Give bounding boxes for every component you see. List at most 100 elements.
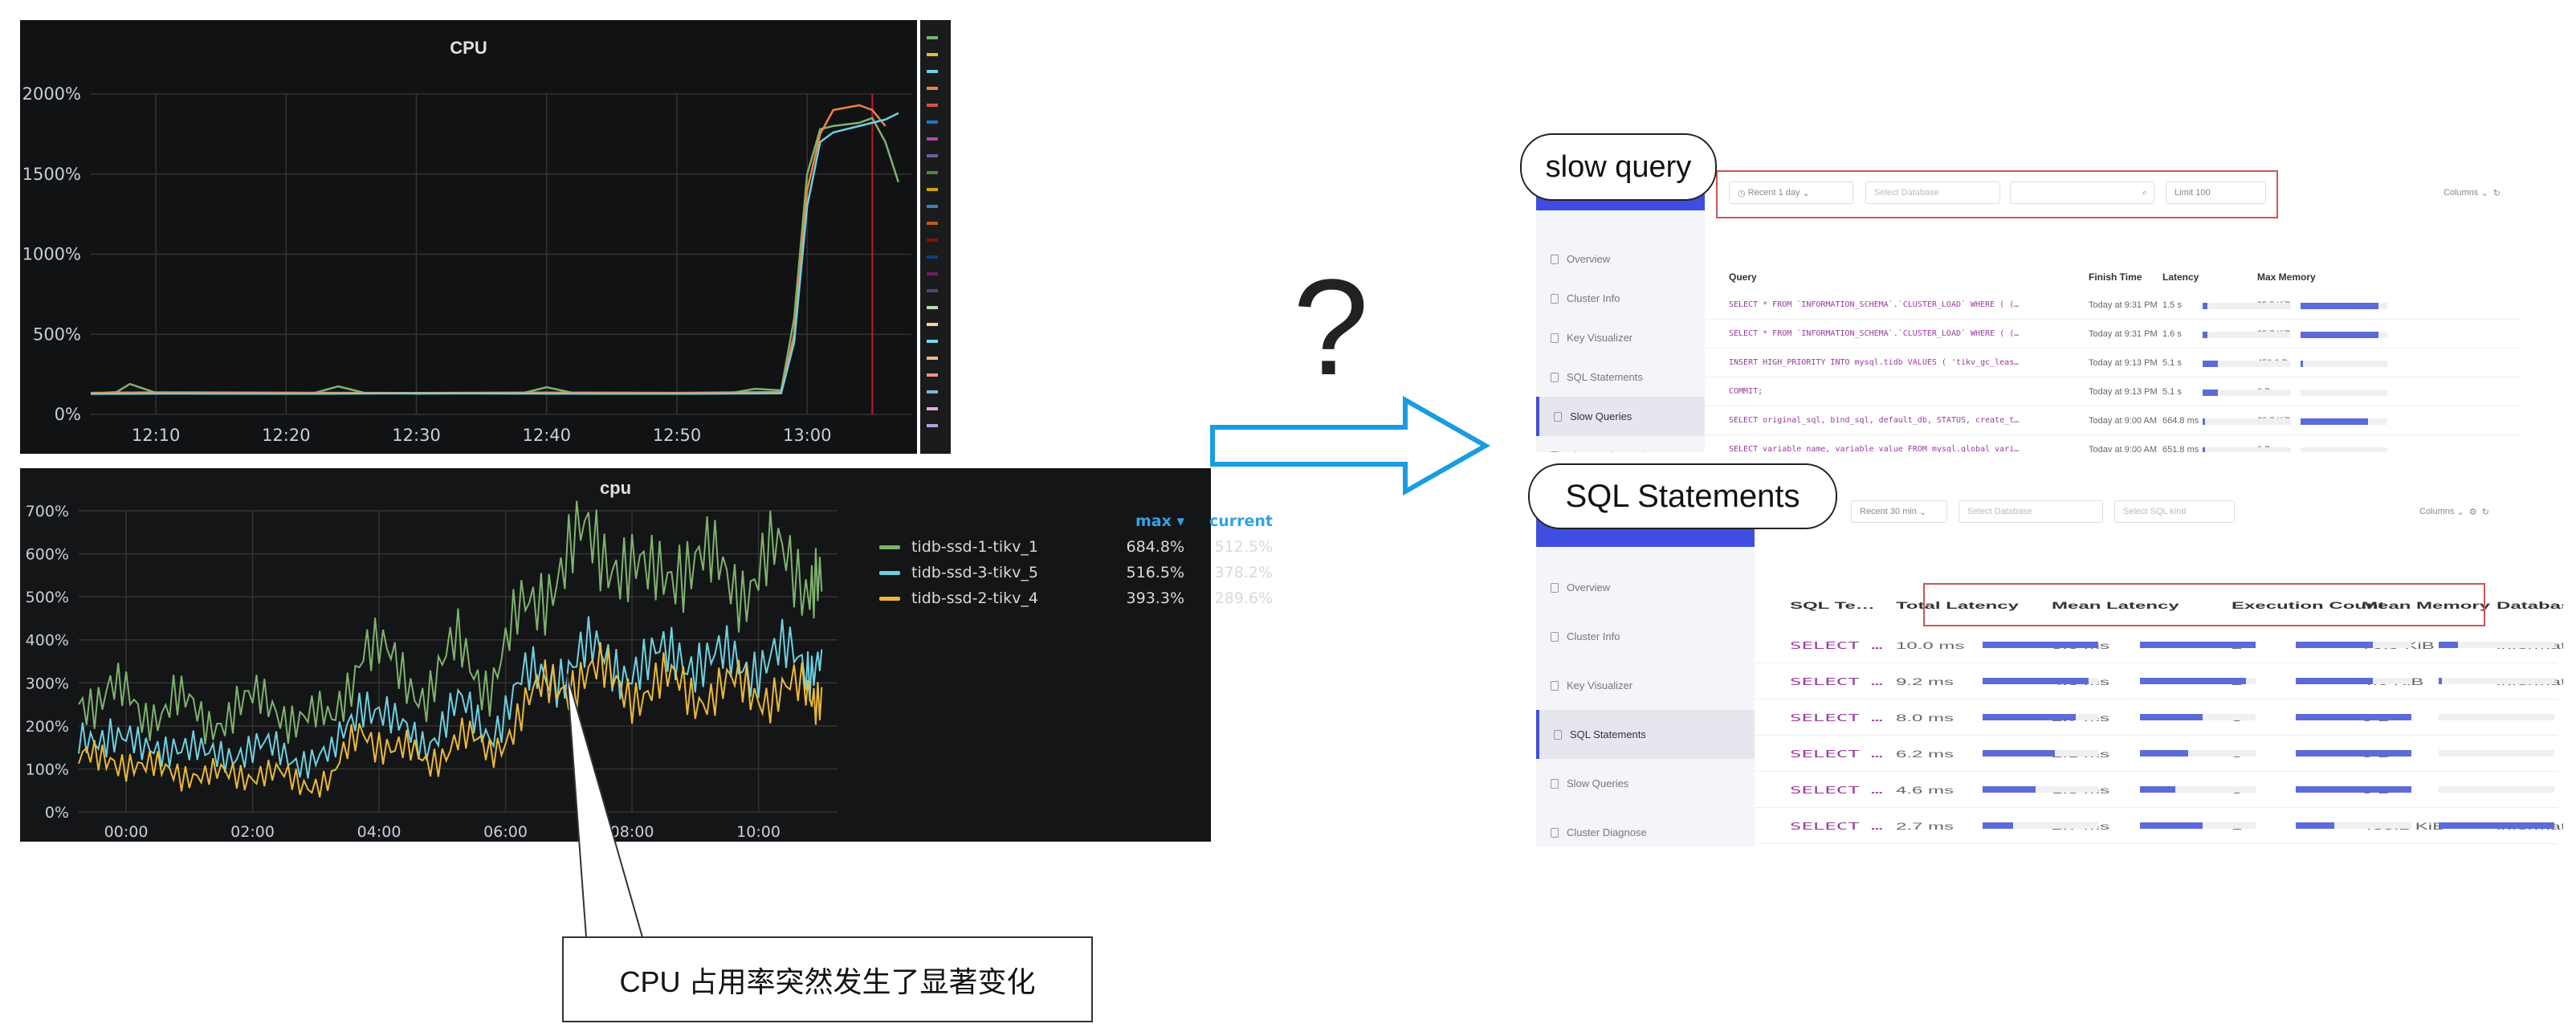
value-bar	[2296, 678, 2411, 684]
gear-icon[interactable]: ⚙	[2469, 507, 2477, 517]
sidebar-item-label: SQL Statements	[1567, 371, 1643, 383]
sidebar-item-overview[interactable]: Overview	[1536, 563, 1755, 612]
column-header[interactable]: Latency	[2162, 271, 2199, 283]
cpu-chart-panel-top: CPU 0% 500% 1000% 1500% 2000% 12:10 12:20 12:30…	[20, 20, 917, 454]
table-row[interactable]: INSERT HIGH_PRIORITY INTO mysql.tidb VAL…	[1705, 349, 2521, 377]
table-row[interactable]: SELECT * FROM `INFORMATION_SCHEMA`.`CLUS…	[1705, 320, 2521, 349]
time-range-select[interactable]: Recent 30 min ⌄	[1851, 500, 1947, 523]
table-row[interactable]: SELECT …4.6 ms1.5 ms30 B	[1755, 772, 2558, 808]
total-latency: 6.2 ms	[1896, 748, 1954, 760]
x-tick-label: 10:00	[736, 823, 781, 841]
finish-time: Today at 9:00 AM	[2089, 445, 2157, 452]
refresh-icon[interactable]: ↻	[2493, 188, 2501, 198]
x-tick-label: 08:00	[610, 823, 654, 841]
table-row[interactable]: SELECT …9.2 ms4.6 ms24.0 KiBinformation_…	[1755, 663, 2563, 700]
cpu-line-chart: 0% 500% 1000% 1500% 2000% 12:10 12:20 12:30 12:4…	[22, 84, 911, 445]
legend-swatch	[927, 171, 938, 174]
sidebar-item-label: Overview	[1567, 581, 1611, 593]
value-bar	[1983, 750, 2098, 757]
legend-item[interactable]: tidb-ssd-3-tikv_5 516.5% 378.2%	[879, 560, 1273, 585]
sidebar-item-sql-statements[interactable]: SQL Statements	[1536, 357, 1705, 397]
series-line-series-2	[90, 112, 899, 395]
value-bar	[2140, 678, 2256, 684]
legend-swatch	[927, 272, 938, 275]
sidebar-item-slow-queries[interactable]: Slow Queries	[1536, 397, 1705, 436]
table-row[interactable]: COMMIT;Today at 9:13 PM5.1 s0 B	[1705, 377, 2521, 406]
sidebar-item-key-visualizer[interactable]: Key Visualizer	[1536, 318, 1705, 357]
value-bar	[1983, 714, 2098, 720]
value-bar	[2296, 714, 2411, 720]
value-bar	[2140, 714, 2256, 720]
sql-template: SELECT …	[1790, 748, 1883, 760]
sidebar-item-cluster-info[interactable]: Cluster Info	[1536, 612, 1755, 661]
finish-time: Today at 9:13 PM	[2089, 387, 2158, 397]
legend-swatch	[927, 205, 938, 208]
sql-template: SELECT …	[1790, 640, 1883, 651]
table-row[interactable]: SELECT variable_name, variable_value FRO…	[1705, 435, 2521, 452]
legend-series-name: tidb-ssd-2-tikv_4	[911, 589, 1038, 607]
value-bar	[2203, 390, 2291, 396]
legend-item[interactable]: tidb-ssd-2-tikv_4 393.3% 289.6%	[879, 585, 1273, 611]
legend-item[interactable]: tidb-ssd-1-tikv_1 684.8% 512.5%	[879, 534, 1273, 560]
table-row[interactable]: SELECT …8.0 ms2.7 ms30 B	[1755, 700, 2558, 736]
sidebar-item-key-visualizer[interactable]: Key Visualizer	[1536, 661, 1755, 710]
series-line-series-0	[90, 116, 899, 395]
value-bar	[2301, 390, 2387, 396]
latency: 664.8 ms	[2162, 416, 2199, 426]
legend-swatch	[927, 154, 938, 157]
legend-swatch	[879, 596, 900, 601]
y-tick-label: 1500%	[22, 165, 81, 184]
sidebar-item-cluster-info[interactable]: Cluster Info	[1536, 279, 1705, 318]
sql-template: SELECT …	[1790, 785, 1883, 796]
series-line-tidb-ssd-3-tikv_5	[78, 616, 823, 779]
legend-swatch	[927, 70, 938, 73]
value-bar	[2301, 447, 2387, 452]
column-header[interactable]: SQL Te…	[1790, 600, 1875, 611]
sidebar-item-overview[interactable]: Overview	[1536, 239, 1705, 279]
x-tick-label: 04:00	[357, 823, 401, 841]
table-row[interactable]: SELECT * FROM `INFORMATION_SCHEMA`.`CLUS…	[1705, 291, 2521, 320]
columns-dropdown[interactable]: Columns ⌄ ↻	[2435, 182, 2516, 204]
legend-max-value: 684.8%	[1126, 538, 1184, 556]
table-row[interactable]: SELECT …2.7 ms2.7 ms1430.2 KiBinformatio…	[1755, 808, 2563, 844]
value-bar	[2439, 786, 2554, 793]
legend-max-value: 393.3%	[1126, 589, 1184, 607]
sidebar-item-label: Overview	[1567, 253, 1611, 265]
legend-header-current[interactable]: current	[1184, 512, 1273, 530]
latency: 1.5 s	[2162, 300, 2182, 310]
column-header[interactable]: Database	[2497, 600, 2563, 611]
legend-swatch	[927, 53, 938, 56]
y-tick-label: 500%	[33, 324, 81, 344]
table-row[interactable]: SELECT …6.2 ms2.1 ms30 B	[1755, 736, 2558, 772]
x-tick-label: 13:00	[783, 426, 832, 445]
value-bar	[2140, 786, 2256, 793]
query-text: SELECT original_sql, bind_sql, default_d…	[1729, 416, 2020, 425]
column-header[interactable]: Finish Time	[2089, 271, 2142, 283]
total-latency: 2.7 ms	[1896, 821, 1954, 832]
legend-swatch	[927, 289, 938, 292]
refresh-icon[interactable]: ↻	[2482, 507, 2489, 517]
sidebar-item-cluster-diagnostics[interactable]: Cluster Diagnostics	[1536, 436, 1705, 452]
sidebar-item-icon	[1551, 254, 1559, 264]
sidebar-item-label: Cluster Info	[1567, 630, 1620, 642]
table-row[interactable]: SELECT original_sql, bind_sql, default_d…	[1705, 406, 2521, 435]
query-text: SELECT * FROM `INFORMATION_SCHEMA`.`CLUS…	[1729, 300, 2020, 309]
legend-header-max[interactable]: max ▾	[1096, 512, 1184, 530]
value-bar	[2203, 332, 2291, 338]
sidebar-item-label: Slow Queries	[1570, 410, 1632, 422]
table-row[interactable]: SELECT …10.0 ms5.0 ms270.9 KiBinformatio…	[1755, 627, 2563, 663]
x-tick-label: 02:00	[230, 823, 275, 841]
sql-template: SELECT …	[1790, 821, 1883, 832]
sidebar-item-sql-statements[interactable]: SQL Statements	[1536, 710, 1755, 759]
value-bar	[2203, 447, 2291, 452]
column-header[interactable]: Max Memory	[2257, 271, 2316, 283]
sidebar-item-cluster-diagnose[interactable]: Cluster Diagnose	[1536, 808, 1755, 846]
value-bar	[2296, 750, 2411, 757]
query-text: SELECT variable_name, variable_value FRO…	[1729, 445, 2020, 452]
sql-kind-select[interactable]: Select SQL kind	[2114, 500, 2235, 523]
sidebar-item-slow-queries[interactable]: Slow Queries	[1536, 759, 1755, 808]
columns-dropdown[interactable]: Columns ⌄ ⚙ ↻	[2411, 500, 2556, 523]
column-header[interactable]: Query	[1729, 271, 1757, 283]
database-select[interactable]: Select Database	[1958, 500, 2103, 523]
legend-current-value: 512.5%	[1214, 538, 1273, 556]
